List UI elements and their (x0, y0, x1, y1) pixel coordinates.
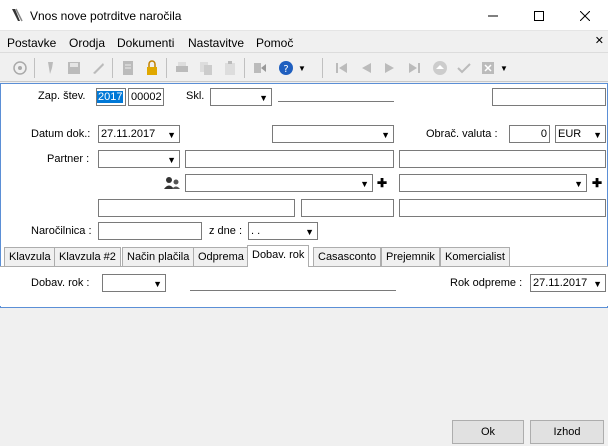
z-dne-label: z dne : (209, 225, 243, 237)
contact-combo-2[interactable]: ▼ (399, 174, 587, 192)
zap-year-field[interactable]: 2017 (96, 88, 126, 106)
address-field-1[interactable] (98, 199, 295, 217)
toolbar-separator (112, 58, 113, 78)
rok-odpreme-value: 27.11.2017 (533, 277, 588, 289)
menu-postavke[interactable]: Postavke (7, 36, 56, 50)
toolbar-separator (166, 58, 167, 78)
window-title: Vnos nove potrditve naročila (30, 9, 182, 23)
last-record-icon[interactable] (404, 58, 424, 78)
paste-icon[interactable] (220, 58, 240, 78)
close-button[interactable] (562, 0, 608, 31)
svg-text:?: ? (283, 64, 288, 75)
lock-icon[interactable] (142, 58, 162, 78)
datum-dok-value: 27.11.2017 (101, 128, 156, 140)
skl-label: Skl. (186, 90, 205, 102)
tab-prejemnik[interactable]: Prejemnik (381, 247, 440, 266)
zap-stev-label: Zap. štev. (38, 90, 86, 102)
first-record-icon[interactable] (332, 58, 352, 78)
mdi-close-icon[interactable]: ✕ (595, 34, 604, 47)
new-record-icon[interactable] (10, 58, 30, 78)
export-icon[interactable] (250, 58, 270, 78)
tab-nacin-placila[interactable]: Način plačila (122, 247, 195, 266)
top-right-field[interactable] (492, 88, 606, 106)
chevron-down-icon[interactable]: ▼ (381, 127, 390, 143)
zap-number-field[interactable]: 00002 (128, 88, 164, 106)
partner-extra-field[interactable] (399, 150, 606, 168)
edit-icon[interactable] (88, 58, 108, 78)
chevron-down-icon[interactable]: ▼ (167, 127, 176, 143)
chevron-down-icon[interactable]: ▼ (574, 176, 583, 192)
ok-button[interactable]: Ok (452, 420, 524, 444)
tab-komercialist[interactable]: Komercialist (440, 247, 510, 266)
chevron-down-icon[interactable]: ▼ (360, 176, 369, 192)
minimize-button[interactable] (470, 0, 516, 31)
help-icon[interactable]: ? (276, 58, 296, 78)
toolbar-separator (244, 58, 245, 78)
rok-odpreme-label: Rok odpreme : (450, 277, 523, 289)
tab-odprema[interactable]: Odprema (193, 247, 249, 266)
narocilnica-field[interactable] (98, 222, 202, 240)
address-field-3[interactable] (399, 199, 606, 217)
toolbar-separator (322, 58, 323, 78)
confirm-icon[interactable] (454, 58, 474, 78)
obrac-valuta-label: Obrač. valuta : (426, 128, 498, 140)
address-field-2[interactable] (301, 199, 394, 217)
narocilnica-label: Naročilnica : (31, 225, 92, 237)
chevron-down-icon[interactable]: ▼ (153, 276, 162, 292)
partner-name-field[interactable] (185, 150, 394, 168)
chevron-down-icon[interactable]: ▼ (167, 152, 176, 168)
copy-icon[interactable] (196, 58, 216, 78)
dobav-rok-label: Dobav. rok : (31, 277, 90, 289)
datum-dok-label: Datum dok.: (31, 128, 91, 140)
previous-record-icon[interactable] (356, 58, 376, 78)
valuta-currency-combo[interactable]: EUR ▼ (555, 125, 606, 143)
tab-klavzula-2[interactable]: Klavzula #2 (54, 247, 121, 266)
chevron-down-icon[interactable]: ▼ (593, 127, 602, 143)
contact-person-icon[interactable] (163, 176, 181, 190)
print-icon[interactable] (172, 58, 192, 78)
z-dne-combo[interactable]: . . ▼ (248, 222, 318, 240)
menu-nastavitve[interactable]: Nastavitve (188, 36, 244, 50)
next-record-icon[interactable] (380, 58, 400, 78)
document-icon[interactable] (118, 58, 138, 78)
dobav-rok-combo[interactable]: ▼ (102, 274, 166, 292)
chevron-down-icon[interactable]: ▼ (259, 90, 268, 106)
middle-combo[interactable]: ▼ (272, 125, 394, 143)
app-icon (9, 7, 25, 23)
datum-dok-combo[interactable]: 27.11.2017 ▼ (98, 125, 180, 143)
zap-year-value: 2017 (97, 91, 124, 103)
chevron-down-icon[interactable]: ▼ (593, 276, 602, 292)
tab-dobav-rok[interactable]: Dobav. rok (247, 245, 310, 267)
valuta-amount-field[interactable]: 0 (509, 125, 550, 143)
valuta-currency-value: EUR (558, 128, 582, 140)
more-dropdown-icon[interactable]: ▼ (500, 64, 508, 73)
partner-combo[interactable]: ▼ (98, 150, 180, 168)
toolbar-separator (34, 58, 35, 78)
tab-klavzula[interactable]: Klavzula (4, 247, 56, 266)
exit-button[interactable]: Izhod (530, 420, 604, 444)
dobav-rok-desc-field[interactable] (190, 290, 396, 291)
delete-icon[interactable] (478, 58, 498, 78)
rok-odpreme-combo[interactable]: 27.11.2017 ▼ (530, 274, 606, 292)
partner-label: Partner : (47, 153, 90, 165)
z-dne-value: . . (251, 225, 261, 237)
save-icon[interactable] (64, 58, 84, 78)
contact-combo-1[interactable]: ▼ (185, 174, 373, 192)
skl-combo[interactable]: ▼ (210, 88, 272, 106)
skl-name-field[interactable] (278, 101, 394, 102)
chevron-down-icon[interactable]: ▼ (305, 224, 314, 240)
menu-orodja[interactable]: Orodja (69, 36, 105, 50)
add-contact-icon-2[interactable]: ✚ (592, 176, 602, 190)
help-dropdown-icon[interactable]: ▼ (298, 64, 306, 73)
add-contact-icon-1[interactable]: ✚ (377, 176, 387, 190)
eject-icon[interactable] (430, 58, 450, 78)
menu-dokumenti[interactable]: Dokumenti (117, 36, 174, 50)
menu-pomoc[interactable]: Pomoč (256, 36, 293, 50)
tab-casasconto[interactable]: Casasconto (313, 247, 382, 266)
maximize-button[interactable] (516, 0, 562, 31)
pin-icon[interactable] (40, 58, 60, 78)
